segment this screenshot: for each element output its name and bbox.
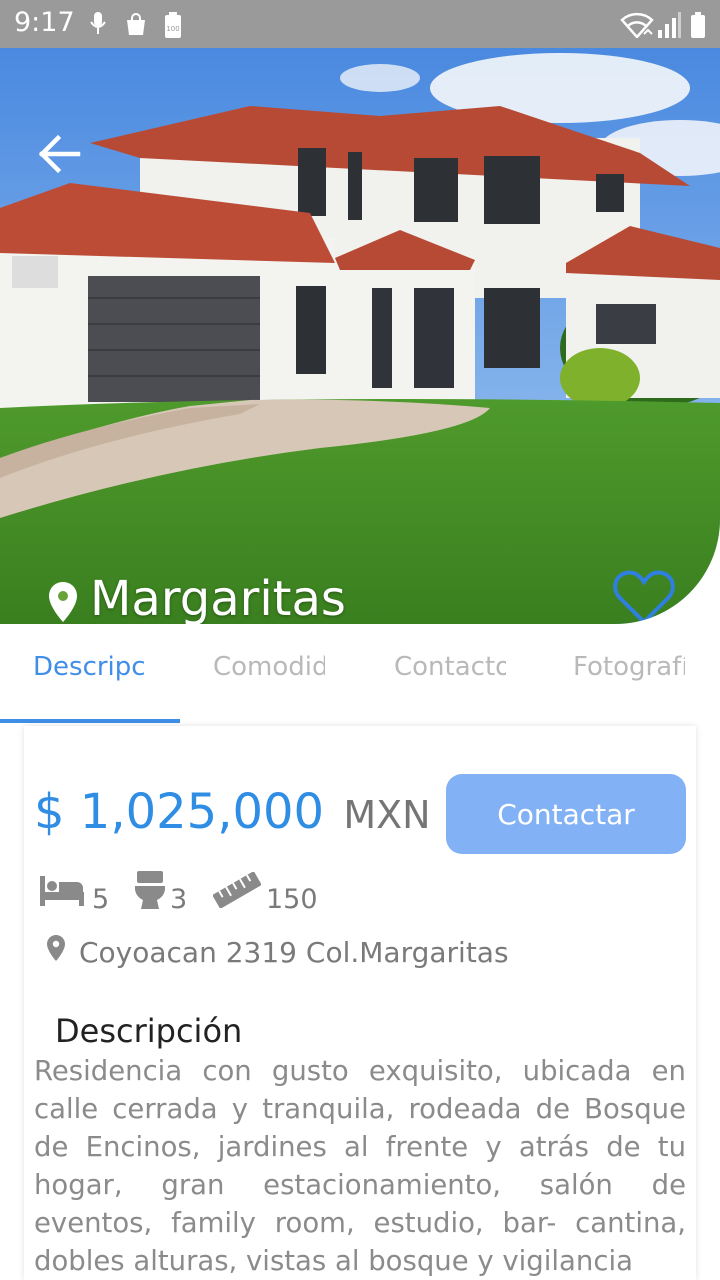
location-pin-icon xyxy=(49,582,77,622)
mic-icon xyxy=(90,12,106,34)
bedrooms-count: 5 xyxy=(92,884,110,915)
tab-descripcion[interactable]: Descripción xyxy=(33,652,145,682)
tab-bar: Descripción Comodidades Contacto Fotogra… xyxy=(0,624,720,724)
battery-icon xyxy=(691,12,705,38)
signal-icon xyxy=(658,12,681,38)
wifi-icon xyxy=(620,12,654,38)
hero-image: Margaritas xyxy=(0,48,720,624)
property-title: Margaritas xyxy=(90,571,346,624)
tab-comodidades[interactable]: Comodidades xyxy=(213,652,325,682)
status-time: 9:17 xyxy=(14,7,75,38)
ruler-icon xyxy=(213,872,261,908)
tab-fotografias[interactable]: Fotografías xyxy=(573,652,685,682)
favorite-heart-icon[interactable] xyxy=(612,568,676,624)
back-arrow-icon[interactable] xyxy=(34,132,84,176)
active-tab-indicator xyxy=(0,719,180,723)
battery-saver-icon: 100 xyxy=(165,12,181,38)
description-heading: Descripción xyxy=(55,1012,243,1050)
price-amount: $ 1,025,000 xyxy=(34,784,325,840)
house-photo xyxy=(0,48,720,624)
price-label: $ 1,025,000 MXN xyxy=(34,784,431,840)
price-currency: MXN xyxy=(343,793,431,837)
description-text: Residencia con gusto exquisito, ubicada … xyxy=(34,1055,686,1277)
contact-button[interactable]: Contactar xyxy=(446,774,686,854)
battery-label: 100 xyxy=(166,25,179,33)
status-bar: 9:17 100 xyxy=(0,0,720,48)
property-address: Coyoacan 2319 Col.Margaritas xyxy=(79,936,509,969)
toilet-icon xyxy=(135,871,165,909)
address-pin-icon xyxy=(47,935,65,961)
bed-icon xyxy=(40,876,84,906)
tab-contacto[interactable]: Contacto xyxy=(394,652,506,682)
area-size: 150 xyxy=(266,884,318,915)
bathrooms-count: 3 xyxy=(170,884,188,915)
shopping-bag-icon xyxy=(127,13,145,35)
